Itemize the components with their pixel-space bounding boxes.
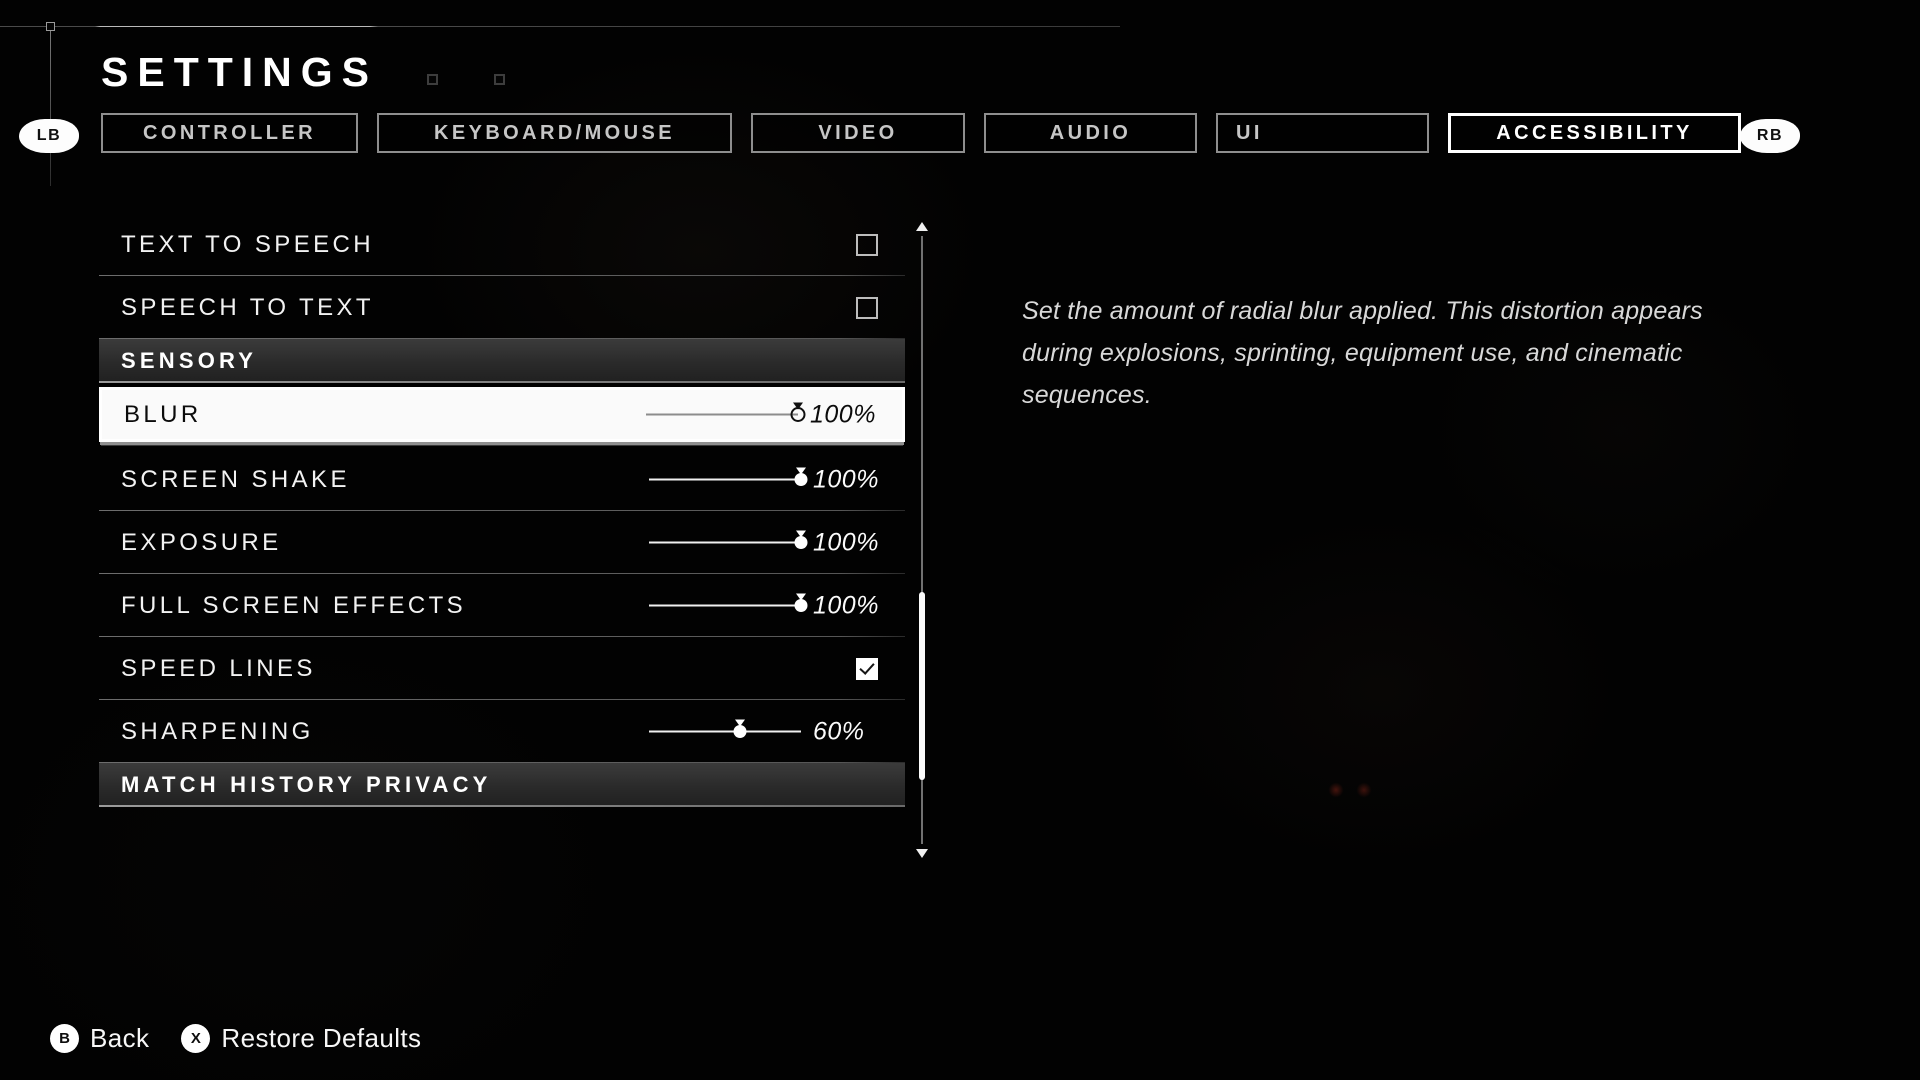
restore-defaults-button[interactable]: X Restore Defaults	[181, 1023, 421, 1054]
slider-value: 100%	[813, 528, 879, 556]
slider-track	[649, 730, 801, 733]
settings-row[interactable]: TEXT TO SPEECH	[99, 213, 905, 276]
slider-track	[649, 541, 801, 544]
checkbox-checked[interactable]	[856, 657, 878, 680]
slider-track-wrap[interactable]	[646, 402, 806, 426]
settings-row-label: SCREEN SHAKE	[121, 465, 350, 493]
settings-row-label: SPEECH TO TEXT	[121, 293, 374, 321]
slider-control[interactable]: 60%	[649, 717, 887, 746]
tab-ui[interactable]: UI	[1216, 113, 1429, 153]
checkbox-unchecked[interactable]	[856, 233, 878, 256]
settings-row[interactable]: BLUR 100%	[99, 387, 905, 442]
button-x-icon: X	[181, 1024, 211, 1053]
slider-marker-icon	[735, 719, 746, 727]
scroll-down-arrow-icon[interactable]	[916, 849, 928, 858]
slider-marker-icon	[796, 467, 806, 475]
slider-value: 100%	[813, 591, 879, 619]
tab-keyboard-mouse[interactable]: KEYBOARD/MOUSE	[377, 113, 732, 153]
slider-track-wrap[interactable]	[649, 467, 808, 491]
slider-value: 60%	[813, 717, 865, 745]
right-bumper-button[interactable]: RB	[1740, 119, 1800, 153]
settings-row[interactable]: EXPOSURE 100%	[99, 511, 905, 574]
slider-control[interactable]: 100%	[649, 591, 887, 620]
slider-track	[646, 413, 798, 416]
decorative-top-line	[0, 26, 1120, 27]
settings-row[interactable]: SPEECH TO TEXT	[99, 276, 905, 339]
footer-hints: B Back X Restore Defaults	[50, 1023, 421, 1054]
tab-audio[interactable]: AUDIO	[984, 113, 1197, 153]
button-b-icon: B	[50, 1024, 79, 1053]
setting-description: Set the amount of radial blur applied. T…	[1022, 297, 1703, 409]
settings-section-header: SENSORY	[99, 339, 905, 383]
settings-row-label: MATCH HISTORY PRIVACY	[121, 772, 492, 797]
settings-row-label: FULL SCREEN EFFECTS	[121, 591, 467, 619]
slider-handle[interactable]	[794, 473, 808, 486]
settings-row-label: EXPOSURE	[121, 528, 282, 556]
slider-control[interactable]: 100%	[649, 465, 887, 494]
slider-marker-icon	[796, 530, 806, 538]
left-bumper-button[interactable]: LB	[19, 119, 79, 153]
slider-value: 100%	[810, 400, 876, 428]
slider-track	[649, 604, 801, 607]
decorative-square-icon	[494, 74, 505, 85]
slider-handle[interactable]	[733, 725, 747, 738]
settings-row[interactable]: SCREEN SHAKE 100%	[99, 448, 905, 511]
settings-row-label: SHARPENING	[121, 717, 314, 745]
settings-tab-bar: CONTROLLER KEYBOARD/MOUSE VIDEO AUDIO UI…	[101, 113, 1741, 153]
slider-handle[interactable]	[794, 599, 808, 612]
scrollbar-thumb[interactable]	[919, 592, 925, 780]
settings-section-header: MATCH HISTORY PRIVACY	[99, 763, 905, 807]
slider-control[interactable]: 100%	[649, 528, 887, 557]
tab-controller[interactable]: CONTROLLER	[101, 113, 358, 153]
settings-row-label: SPEED LINES	[121, 654, 316, 682]
decorative-square-icon	[427, 74, 438, 85]
settings-row[interactable]: SHARPENING 60%	[99, 700, 905, 763]
settings-row[interactable]: FULL SCREEN EFFECTS 100%	[99, 574, 905, 637]
tab-accessibility[interactable]: ACCESSIBILITY	[1448, 113, 1741, 153]
row-divider	[99, 805, 905, 807]
settings-row[interactable]: SPEED LINES	[99, 637, 905, 700]
slider-track	[649, 478, 801, 481]
slider-handle[interactable]	[794, 536, 808, 549]
slider-value: 100%	[813, 465, 879, 493]
restore-defaults-label: Restore Defaults	[221, 1023, 422, 1053]
slider-track-wrap[interactable]	[649, 593, 808, 617]
slider-marker-icon	[793, 402, 803, 410]
slider-track-wrap[interactable]	[649, 719, 801, 743]
row-divider	[99, 381, 905, 383]
decorative-node-square	[46, 22, 55, 31]
settings-row-label: SENSORY	[121, 348, 258, 373]
settings-list: TEXT TO SPEECH SPEECH TO TEXT SENSORY BLUR 1…	[99, 213, 905, 807]
page-title: SETTINGS	[101, 49, 379, 95]
slider-marker-icon	[796, 593, 806, 601]
slider-track-wrap[interactable]	[649, 530, 808, 554]
decorative-vertical-line	[50, 26, 51, 186]
settings-scrollbar[interactable]	[915, 220, 929, 860]
settings-row-label: TEXT TO SPEECH	[121, 230, 374, 258]
checkbox-unchecked[interactable]	[856, 296, 878, 319]
tab-video[interactable]: VIDEO	[751, 113, 965, 153]
scroll-up-arrow-icon[interactable]	[916, 222, 928, 231]
slider-control[interactable]: 100%	[646, 400, 884, 429]
back-label: Back	[90, 1023, 150, 1053]
settings-row-label: BLUR	[124, 400, 202, 428]
back-button[interactable]: B Back	[50, 1023, 149, 1054]
